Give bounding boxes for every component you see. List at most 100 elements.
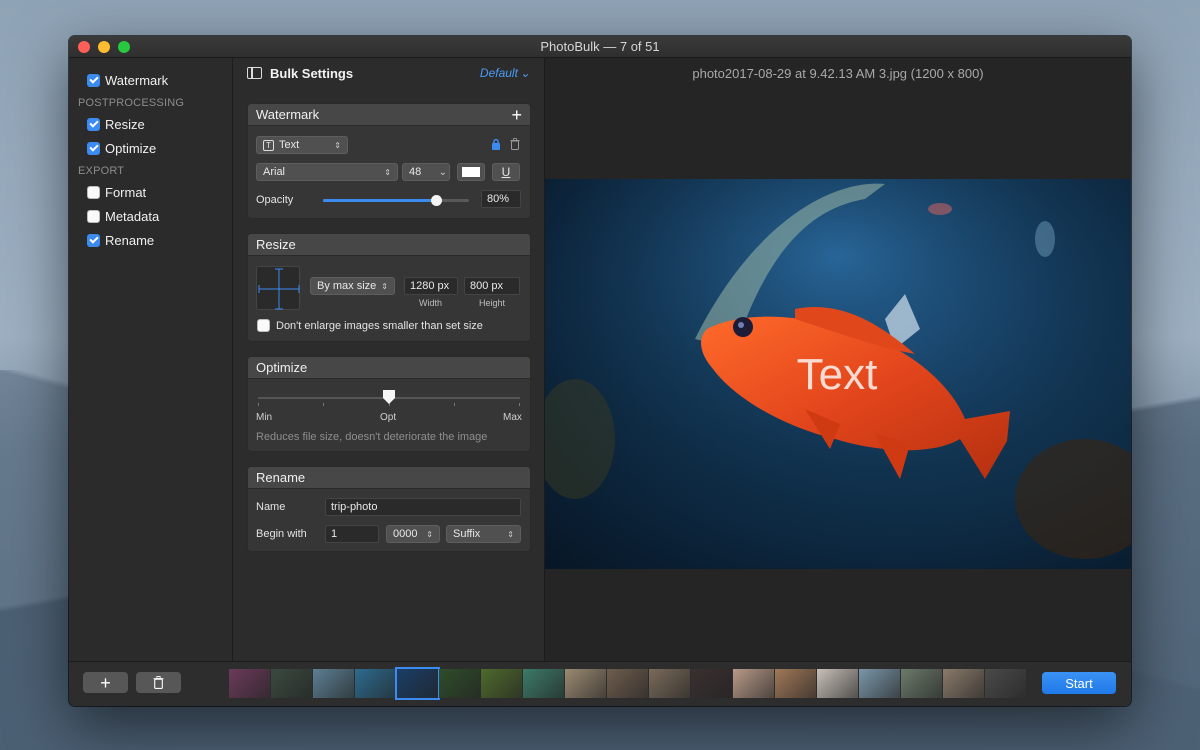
thumbnail-item[interactable] [691, 669, 732, 698]
font-size-combo[interactable]: 48 ⌄ [402, 163, 450, 181]
thumbnail-item[interactable] [649, 669, 690, 698]
begin-with-field[interactable]: 1 [325, 525, 379, 543]
height-field[interactable]: 800 px [464, 277, 520, 295]
sidebar-item-label: Format [105, 184, 147, 200]
slider-tick [323, 403, 324, 406]
add-images-button[interactable]: + [83, 672, 128, 693]
position-select[interactable]: Suffix ⇕ [446, 525, 521, 543]
watermark-type-value: Text [279, 139, 300, 151]
thumbnail-item[interactable] [985, 669, 1026, 698]
thumbnail-item[interactable] [481, 669, 522, 698]
optimize-card: Optimize Min Opt Max Reduces file size, … [247, 356, 531, 452]
settings-title: Bulk Settings [270, 65, 354, 81]
watermark-checkbox[interactable] [87, 73, 100, 87]
dont-enlarge-option[interactable]: Don't enlarge images smaller than set si… [257, 319, 483, 332]
trash-icon[interactable] [510, 137, 520, 155]
thumbnail-item[interactable] [271, 669, 312, 698]
width-field[interactable]: 1280 px [404, 277, 458, 295]
card-header: Watermark + [248, 104, 530, 126]
optimize-checkbox[interactable] [87, 141, 100, 155]
thumbnail-item[interactable] [565, 669, 606, 698]
start-button[interactable]: Start [1042, 672, 1116, 694]
sidebar-item-optimize[interactable]: Optimize [69, 136, 232, 160]
thumbnail-item[interactable] [523, 669, 564, 698]
dont-enlarge-checkbox[interactable] [257, 319, 270, 332]
preset-selector[interactable]: Default ⌄ [480, 66, 530, 80]
opt-label: Opt [380, 412, 397, 423]
add-watermark-icon[interactable]: + [511, 106, 522, 124]
width-label: Width [419, 298, 443, 308]
updown-arrows-icon: ⇕ [507, 529, 514, 539]
chevron-down-icon: ⌄ [519, 66, 530, 80]
opacity-slider-knob[interactable] [431, 195, 442, 206]
resize-checkbox[interactable] [87, 117, 100, 131]
start-label: Start [1065, 675, 1093, 691]
section-postprocessing: POSTPROCESSING [78, 97, 185, 109]
sidebar-item-metadata[interactable]: Metadata [69, 204, 232, 228]
thumbnail-item[interactable] [733, 669, 774, 698]
rename-checkbox[interactable] [87, 233, 100, 247]
opacity-slider[interactable] [323, 195, 469, 206]
position-value: Suffix [453, 528, 481, 540]
sidebar-item-format[interactable]: Format [69, 180, 232, 204]
resize-mode-icon [256, 266, 300, 310]
card-header: Optimize [248, 357, 530, 379]
updown-arrows-icon: ⇕ [426, 529, 433, 539]
opacity-value-field[interactable]: 80% [481, 190, 521, 208]
underline-button[interactable]: U [492, 163, 520, 181]
sidebar-item-rename[interactable]: Rename [69, 228, 232, 252]
thumbnail-item[interactable] [817, 669, 858, 698]
dont-enlarge-label: Don't enlarge images smaller than set si… [276, 319, 483, 332]
opacity-value: 80% [487, 193, 510, 205]
sidebar-toggle-icon[interactable] [247, 67, 262, 79]
watermark-type-select[interactable]: T Text ⇕ [256, 136, 348, 154]
digits-select[interactable]: 0000 ⇕ [386, 525, 440, 543]
name-field[interactable]: trip-photo [325, 498, 521, 516]
card-header: Rename [248, 467, 530, 489]
window-controls [78, 41, 130, 53]
thumbnail-item[interactable] [775, 669, 816, 698]
metadata-checkbox[interactable] [87, 209, 100, 223]
name-label: Name [256, 501, 286, 513]
settings-panel: Bulk Settings Default ⌄ Watermark + T Tex… [233, 58, 545, 661]
updown-arrows-icon: ⇕ [334, 140, 341, 150]
slider-tick [454, 403, 455, 406]
thumbnail-item[interactable] [355, 669, 396, 698]
thumbnail-item[interactable] [229, 669, 270, 698]
thumbnail-item[interactable] [943, 669, 984, 698]
optimize-description: Reduces file size, doesn't deteriorate t… [256, 431, 488, 443]
thumbnail-item[interactable] [901, 669, 942, 698]
font-select[interactable]: Arial ⇕ [256, 163, 398, 181]
remove-images-button[interactable] [136, 672, 181, 693]
slider-tick [519, 403, 520, 406]
bottom-toolbar: + Start [69, 661, 1131, 706]
thumbnail-strip [229, 667, 1026, 700]
sidebar-item-label: Metadata [105, 208, 160, 224]
thumbnail-item[interactable] [439, 669, 480, 698]
preview-filename: photo2017-08-29 at 9.42.13 AM 3.jpg (120… [692, 66, 984, 81]
thumbnail-item[interactable] [395, 667, 440, 700]
sidebar-item-watermark[interactable]: Watermark [69, 68, 232, 92]
thumbnail-item[interactable] [859, 669, 900, 698]
thumbnail-item[interactable] [313, 669, 354, 698]
thumbnail-item[interactable] [607, 669, 648, 698]
optimize-slider[interactable] [258, 390, 520, 406]
format-checkbox[interactable] [87, 185, 100, 199]
zoom-button[interactable] [118, 41, 130, 53]
minimize-button[interactable] [98, 41, 110, 53]
chevron-down-icon: ⌄ [438, 166, 447, 178]
sidebar-item-resize[interactable]: Resize [69, 112, 232, 136]
card-header: Resize [248, 234, 530, 256]
resize-mode-select[interactable]: By max size ⇕ [310, 277, 395, 295]
preset-label: Default [479, 66, 518, 80]
min-label: Min [256, 412, 273, 423]
watermark-text: Text [797, 350, 878, 399]
optimize-slider-knob[interactable] [382, 389, 396, 405]
close-button[interactable] [78, 41, 90, 53]
lock-icon[interactable] [491, 138, 501, 153]
color-well[interactable] [457, 163, 485, 181]
begin-with-value: 1 [331, 528, 338, 540]
card-title: Optimize [256, 360, 308, 375]
sidebar-item-label: Watermark [105, 72, 169, 88]
font-size-value: 48 [409, 166, 422, 178]
